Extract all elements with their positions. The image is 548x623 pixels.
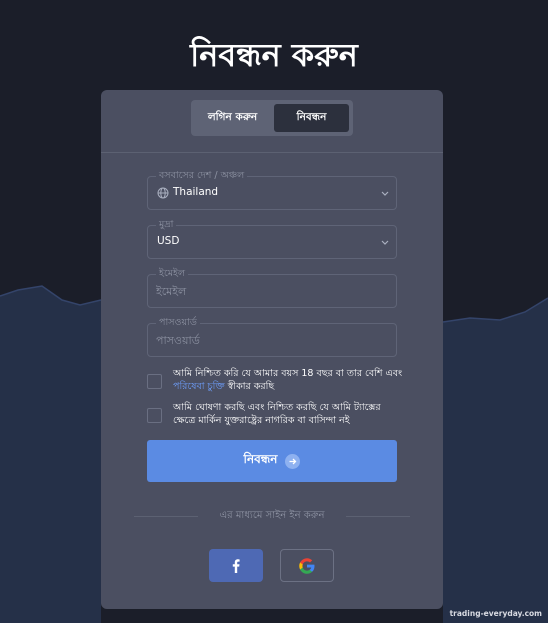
email-field[interactable] — [156, 281, 388, 301]
country-value: Thailand — [173, 186, 219, 198]
facebook-button[interactable] — [209, 549, 263, 582]
chevron-down-icon — [381, 240, 389, 245]
google-icon — [299, 557, 315, 574]
watermark: trading-everyday.com — [449, 609, 542, 618]
card-divider — [101, 152, 443, 153]
google-button[interactable] — [280, 549, 334, 582]
globe-icon — [157, 187, 169, 199]
service-agreement-link[interactable]: পরিষেবা চুক্তি — [173, 381, 225, 392]
auth-tabs: লগিন করুন নিবন্ধন — [191, 100, 353, 136]
country-select[interactable]: বসবাসের দেশ / অঞ্চল Thailand — [147, 168, 397, 210]
currency-label: মুদ্রা — [156, 217, 177, 233]
email-field-wrapper: ইমেইল — [147, 266, 397, 308]
social-signin-text: এর মাধ্যমে সাইন ইন করুন — [219, 510, 325, 521]
password-field-wrapper: পাসওয়ার্ড — [147, 315, 397, 357]
tax-checkbox[interactable] — [147, 408, 162, 423]
chevron-down-icon — [381, 191, 389, 196]
register-button[interactable]: নিবন্ধন — [147, 440, 397, 482]
age-checkbox[interactable] — [147, 374, 162, 389]
tax-check-text: আমি ঘোষণা করছি এবং নিশ্চিত করছি যে আমি ট… — [173, 402, 381, 426]
password-field[interactable] — [156, 330, 388, 350]
register-card: লগিন করুন নিবন্ধন বসবাসের দেশ / অঞ্চল Th… — [101, 90, 443, 609]
facebook-icon — [232, 558, 240, 573]
currency-select[interactable]: মুদ্রা USD — [147, 217, 397, 259]
age-check-text-start: আমি নিশ্চিত করি যে আমার বয়স 18 বছর বা ত… — [173, 368, 403, 379]
page-title: নিবন্ধন করুন — [190, 36, 358, 74]
email-label: ইমেইল — [156, 266, 189, 282]
age-check-text-end: স্বীকার করছি — [224, 381, 275, 392]
password-label: পাসওয়ার্ড — [156, 315, 200, 331]
tab-login[interactable]: লগিন করুন — [195, 104, 270, 132]
register-button-label: নিবন্ধন — [243, 452, 278, 466]
age-check-text: আমি নিশ্চিত করি যে আমার বয়স 18 বছর বা ত… — [173, 367, 403, 393]
arrow-right-icon — [285, 453, 301, 469]
tab-register[interactable]: নিবন্ধন — [274, 104, 349, 132]
country-label: বসবাসের দেশ / অঞ্চল — [156, 168, 248, 184]
currency-value: USD — [157, 235, 180, 247]
